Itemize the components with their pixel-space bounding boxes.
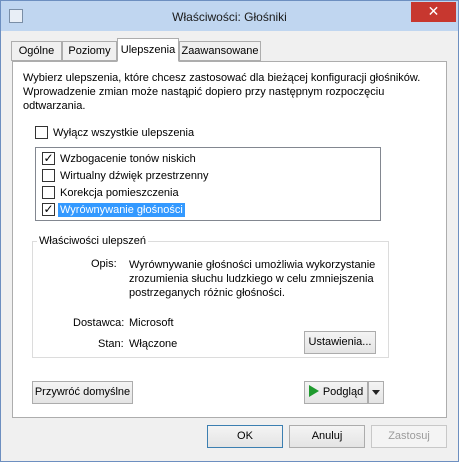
ok-button[interactable]: OK bbox=[207, 425, 283, 448]
enhancement-label-selected: Wyrównywanie głośności bbox=[58, 203, 185, 217]
settings-button[interactable]: Ustawienia... bbox=[304, 331, 376, 354]
enhancement-checkbox-room-correction[interactable] bbox=[42, 186, 55, 199]
preview-label: Podgląd bbox=[322, 386, 364, 398]
list-item[interactable]: ✓ Wyrównywanie głośności bbox=[42, 202, 372, 218]
instructions-text: Wybierz ulepszenia, które chcesz zastoso… bbox=[23, 72, 421, 112]
enhancement-checkbox-loudness[interactable]: ✓ bbox=[42, 203, 55, 216]
disable-all-label: Wyłącz wszystkie ulepszenia bbox=[53, 127, 195, 139]
description-value: Wyrównywanie głośności umożliwia wykorzy… bbox=[129, 259, 376, 299]
list-item[interactable]: Korekcja pomieszczenia bbox=[42, 185, 372, 201]
tab-levels[interactable]: Poziomy bbox=[62, 41, 117, 61]
list-item[interactable]: ✓ Wzbogacenie tonów niskich bbox=[42, 151, 372, 167]
tab-advanced[interactable]: Zaawansowane bbox=[179, 41, 261, 61]
restore-defaults-button[interactable]: Przywróć domyślne bbox=[32, 381, 133, 404]
list-item[interactable]: Wirtualny dźwięk przestrzenny bbox=[42, 168, 372, 184]
provider-label: Dostawca: bbox=[73, 317, 125, 329]
enhancement-label: Wzbogacenie tonów niskich bbox=[60, 153, 196, 165]
state-label: Stan: bbox=[98, 338, 124, 350]
enhancements-list[interactable]: ✓ Wzbogacenie tonów niskich Wirtualny dź… bbox=[35, 147, 381, 221]
close-icon[interactable]: ✕ bbox=[411, 2, 456, 22]
enhancement-label: Wirtualny dźwięk przestrzenny bbox=[60, 170, 209, 182]
title-bar: Właściwości: Głośniki ✕ bbox=[1, 1, 458, 31]
preview-dropdown-button[interactable] bbox=[368, 381, 384, 404]
window-title: Właściwości: Głośniki bbox=[172, 10, 287, 24]
preview-button[interactable]: Podgląd bbox=[304, 381, 368, 404]
enhancement-label: Korekcja pomieszczenia bbox=[60, 187, 179, 199]
properties-group-title: Właściwości ulepszeń bbox=[37, 235, 148, 247]
disable-all-checkbox[interactable] bbox=[35, 126, 48, 139]
apply-button[interactable]: Zastosuj bbox=[371, 425, 447, 448]
enhancement-checkbox-virtual-surround[interactable] bbox=[42, 169, 55, 182]
enhancement-checkbox-bass[interactable]: ✓ bbox=[42, 152, 55, 165]
properties-window: Właściwości: Głośniki ✕ Ogólne Poziomy U… bbox=[0, 0, 459, 462]
tab-general[interactable]: Ogólne bbox=[11, 41, 62, 61]
state-value: Włączone bbox=[129, 338, 178, 350]
provider-value: Microsoft bbox=[129, 317, 174, 329]
tab-enhancements[interactable]: Ulepszenia bbox=[117, 38, 179, 62]
description-label: Opis: bbox=[91, 258, 117, 270]
cancel-button[interactable]: Anuluj bbox=[289, 425, 365, 448]
chevron-down-icon bbox=[372, 390, 380, 395]
play-icon bbox=[308, 385, 319, 397]
